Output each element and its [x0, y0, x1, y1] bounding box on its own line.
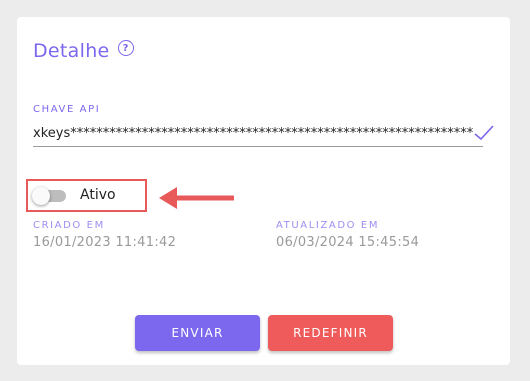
api-key-field[interactable]: [33, 121, 483, 147]
reset-button[interactable]: REDEFINIR: [268, 315, 393, 351]
check-icon: [474, 125, 494, 141]
created-label: CRIADO EM: [33, 220, 105, 231]
updated-label: ATUALIZADO EM: [276, 220, 380, 231]
send-button[interactable]: ENVIAR: [135, 315, 260, 351]
api-key-label: CHAVE API: [33, 104, 101, 115]
active-toggle[interactable]: [32, 187, 66, 205]
toggle-thumb: [32, 187, 50, 205]
created-value: 16/01/2023 11:41:42: [33, 235, 177, 250]
updated-value: 06/03/2024 15:45:54: [276, 235, 420, 250]
title-row: Detalhe ?: [33, 40, 134, 62]
detail-card: Detalhe ? CHAVE API Ativo CRIADO EM 16/0…: [17, 17, 510, 365]
page-title: Detalhe: [33, 40, 110, 62]
help-icon[interactable]: ?: [117, 40, 134, 56]
active-toggle-label: Ativo: [80, 187, 116, 203]
annotation-arrow-icon: [159, 187, 234, 209]
annotation-highlight-box: Ativo: [26, 179, 147, 212]
